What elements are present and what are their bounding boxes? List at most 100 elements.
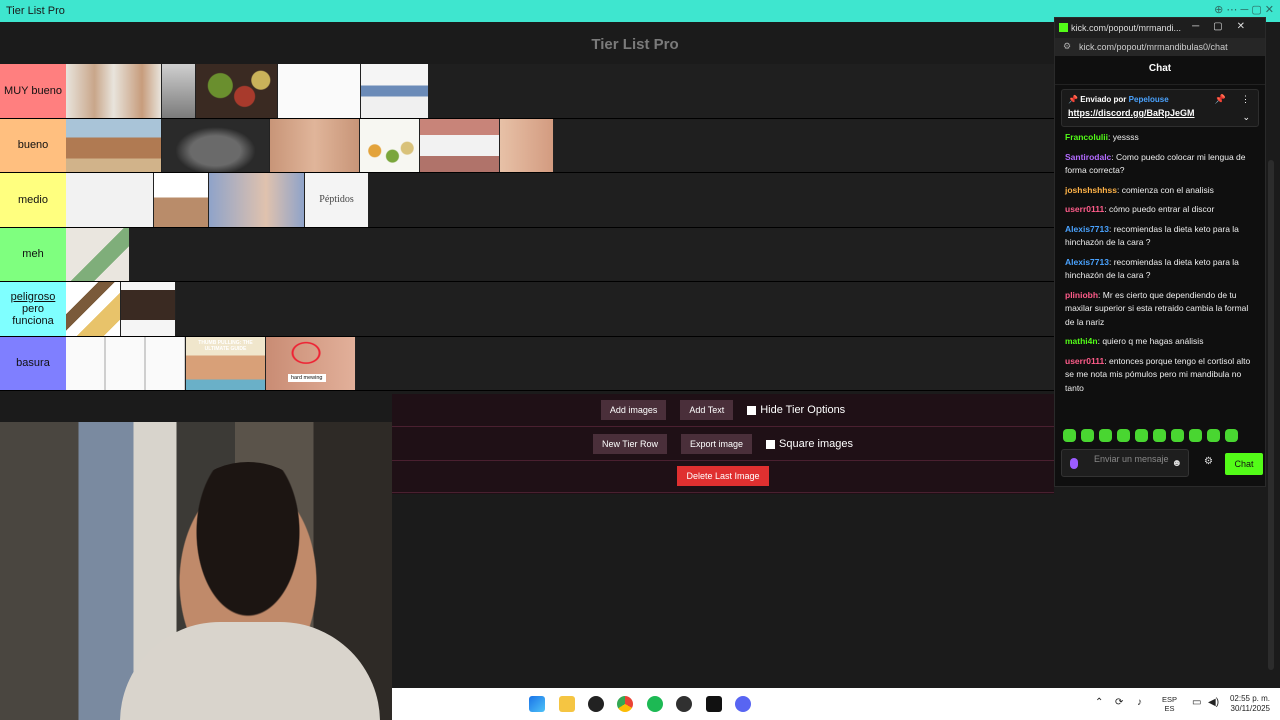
pin-icon[interactable]: 📌 (1215, 94, 1226, 105)
send-chat-button[interactable]: Chat (1225, 453, 1263, 475)
more-options-icon[interactable]: ⋮ (1241, 94, 1250, 105)
clock[interactable]: 02:55 p. m. 30/11/2025 (1230, 694, 1270, 714)
chat-popout-window: kick.com/popout/mrmandi... ─▢✕ ⚙ kick.co… (1054, 17, 1266, 487)
emote-icon[interactable] (1063, 429, 1076, 442)
tier-label[interactable]: medio (0, 173, 66, 227)
tier-image[interactable]: hard mewing (266, 336, 356, 390)
tier-label[interactable]: peligroso pero funciona (0, 282, 66, 336)
export-image-button[interactable]: Export image (680, 434, 753, 454)
capcut-icon[interactable] (706, 696, 722, 712)
emote-icon[interactable] (1099, 429, 1112, 442)
site-settings-icon[interactable]: ⚙ (1063, 41, 1071, 52)
tier-image[interactable] (154, 173, 209, 227)
emote-icon[interactable] (1117, 429, 1130, 442)
emote-icon[interactable] (1189, 429, 1202, 442)
chat-username[interactable]: joshshshhss (1065, 185, 1117, 195)
tier-image[interactable] (66, 336, 186, 390)
emote-icon[interactable] (1153, 429, 1166, 442)
chat-input-row: Enviar un mensaje ☻ ⚙ Chat (1059, 449, 1263, 479)
chat-username[interactable]: Alexis7713 (1065, 224, 1109, 234)
chat-messages: Francolulii: yessss Santirodalc: Como pu… (1055, 127, 1265, 395)
add-text-button[interactable]: Add Text (680, 400, 734, 420)
checkbox-box[interactable] (747, 405, 757, 415)
chevron-up-icon[interactable]: ⌃ (1095, 697, 1103, 708)
tier-label[interactable]: MUY bueno (0, 64, 66, 118)
delete-last-image-button[interactable]: Delete Last Image (677, 466, 769, 486)
tier-image[interactable] (500, 118, 554, 172)
controls-row-2: New Tier Row Export image Square images (392, 434, 1054, 454)
kick-logo-icon (1059, 23, 1068, 32)
sync-icon[interactable]: ⟳ (1115, 697, 1123, 708)
file-explorer-icon[interactable] (559, 696, 575, 712)
chat-window-titlebar: kick.com/popout/mrmandi... ─▢✕ (1055, 18, 1265, 38)
chat-username[interactable]: userr0111 (1065, 356, 1104, 366)
emoji-icon[interactable]: ☻ (1171, 458, 1182, 469)
microphone-icon[interactable]: ♪ (1137, 697, 1142, 708)
tier-image[interactable] (162, 118, 270, 172)
emote-icon[interactable] (1207, 429, 1220, 442)
emote-icon[interactable] (1171, 429, 1184, 442)
hide-tier-options-checkbox[interactable]: Hide Tier Options (747, 404, 845, 416)
scrollbar[interactable] (1268, 160, 1274, 670)
discord-icon[interactable] (735, 696, 751, 712)
tier-image[interactable] (66, 64, 162, 118)
chat-username[interactable]: mathi4n (1065, 336, 1098, 346)
chat-window-controls[interactable]: ─▢✕ (1192, 21, 1259, 32)
clock-date: 30/11/2025 (1230, 704, 1270, 713)
tier-image[interactable] (360, 118, 420, 172)
tier-label-line: pero funciona (12, 302, 54, 327)
window-controls[interactable]: ⊕ ⋯ ─ ▢ ✕ (1214, 3, 1274, 16)
chat-username[interactable]: Alexis7713 (1065, 257, 1109, 267)
tier-row: bueno (0, 118, 1054, 173)
tier-image[interactable] (66, 282, 121, 336)
divider (392, 460, 1054, 461)
checkbox-box[interactable] (766, 439, 776, 449)
emote-icon[interactable] (1081, 429, 1094, 442)
chrome-icon[interactable] (617, 696, 633, 712)
app-g-icon[interactable] (588, 696, 604, 712)
square-images-checkbox[interactable]: Square images (766, 438, 853, 450)
tier-image[interactable] (162, 64, 196, 118)
controls-panel: Add images Add Text Hide Tier Options Ne… (392, 394, 1054, 494)
language-indicator[interactable]: ESP ES (1162, 695, 1177, 713)
tier-label[interactable]: bueno (0, 118, 66, 172)
tier-image[interactable] (270, 118, 360, 172)
chat-input[interactable]: Enviar un mensaje ☻ (1061, 449, 1189, 477)
taskbar: ⌃ ⟳ ♪ ESP ES ▭ ◀) 02:55 p. m. 30/11/2025 (392, 688, 1280, 720)
tier-image[interactable] (209, 173, 305, 227)
chat-username[interactable]: userr0111 (1065, 204, 1104, 214)
address-bar[interactable]: ⚙ kick.com/popout/mrmandibulas0/chat (1055, 38, 1265, 56)
add-images-button[interactable]: Add images (600, 400, 667, 420)
chat-username[interactable]: pliniobh (1065, 290, 1098, 300)
network-icon[interactable]: ▭ (1192, 697, 1201, 708)
windows-start-icon[interactable] (529, 696, 545, 712)
tier-image[interactable]: THUMB PULLING: THE ULTIMATE GUIDE (186, 336, 266, 390)
tier-image[interactable] (196, 64, 278, 118)
emote-icon[interactable] (1135, 429, 1148, 442)
chat-username[interactable]: Santirodalc (1065, 152, 1111, 162)
new-tier-row-button[interactable]: New Tier Row (592, 434, 667, 454)
obs-icon[interactable] (676, 696, 692, 712)
tier-label[interactable]: basura (0, 336, 66, 390)
pinned-link[interactable]: https://discord.gg/BaRpJeGM (1068, 108, 1252, 118)
tier-image[interactable] (361, 64, 429, 118)
tier-image[interactable] (278, 64, 361, 118)
pinned-user[interactable]: Pepelouse (1129, 95, 1169, 104)
mic-icon[interactable] (1070, 458, 1078, 469)
chat-username[interactable]: Francolulii (1065, 132, 1108, 142)
tier-image[interactable]: Péptidos (305, 173, 369, 227)
pinned-by-label: Enviado por (1080, 95, 1127, 104)
gear-icon[interactable]: ⚙ (1204, 456, 1213, 467)
tier-image[interactable] (420, 118, 500, 172)
spotify-icon[interactable] (647, 696, 663, 712)
emote-bar (1063, 429, 1238, 442)
emote-icon[interactable] (1225, 429, 1238, 442)
tier-image[interactable] (121, 282, 176, 336)
tier-image[interactable] (66, 118, 162, 172)
tier-label[interactable]: meh (0, 227, 66, 281)
volume-icon[interactable]: ◀) (1208, 697, 1219, 708)
tier-image[interactable] (66, 227, 130, 281)
tier-image[interactable] (66, 173, 154, 227)
chevron-down-icon[interactable]: ⌄ (1242, 112, 1250, 123)
tier-row: basura THUMB PULLING: THE ULTIMATE GUIDE… (0, 336, 1054, 391)
